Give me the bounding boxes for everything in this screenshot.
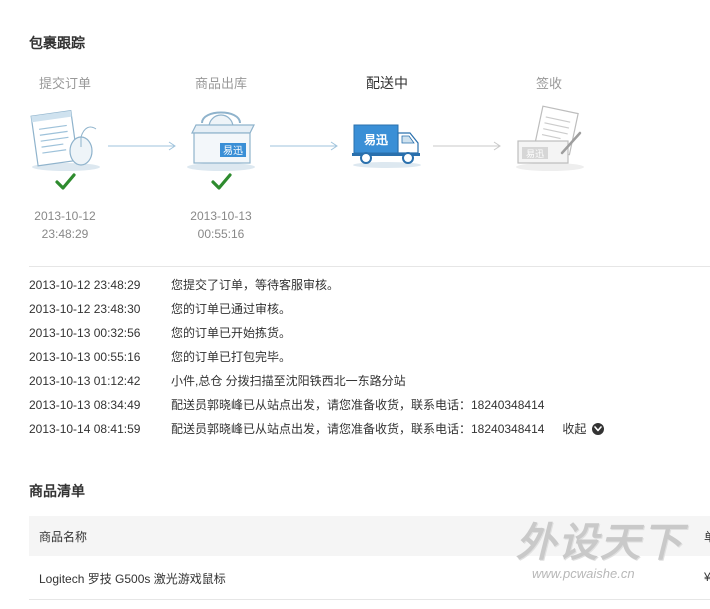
arrow-right-icon (108, 141, 176, 151)
step-label: 提交订单 (38, 76, 91, 91)
step-label: 配送中 (366, 75, 408, 91)
log-time: 2013-10-13 00:55:16 (29, 350, 141, 364)
log-text: 您的订单已开始拣货。 (171, 326, 292, 340)
log-text: 您的订单已打包完毕。 (171, 350, 292, 364)
log-time: 2013-10-12 23:48:30 (29, 302, 141, 316)
table-row: Logitech 罗技 G500s 激光游戏鼠标 ¥ (29, 556, 710, 600)
courier-logo-text: 易迅 (223, 145, 243, 157)
log-row: 2013-10-13 08:34:49 配送员郭晓峰已从站点出发，请您准备收货，联… (29, 396, 710, 420)
column-header-price: 单 (704, 528, 710, 545)
log-row: 2013-10-12 23:48:30 您的订单已通过审核。 (29, 300, 710, 324)
delivery-truck-icon: 易迅 (352, 124, 421, 168)
log-time: 2013-10-14 08:41:59 (29, 422, 141, 436)
order-form-icon (30, 110, 100, 171)
arrow-right-icon (270, 141, 338, 151)
step-date: 2013-10-13 (190, 209, 252, 223)
log-row: 2013-10-13 01:12:42 小件,总仓 分拨扫描至沈阳铁西北一东路分站 (29, 372, 710, 396)
chevron-down-icon (592, 423, 605, 435)
step-signed: 签收 易迅 (484, 73, 614, 171)
collapse-label: 收起 (562, 422, 587, 436)
product-name-link[interactable]: Logitech 罗技 G500s 激光游戏鼠标 (39, 570, 226, 587)
log-time: 2013-10-13 08:34:49 (29, 398, 141, 412)
arrow-right-icon (433, 141, 501, 151)
log-time: 2013-10-13 00:32:56 (29, 326, 141, 340)
step-timestamp: 2013-10-12 23:48:29 (0, 207, 130, 243)
step-in-delivery: 配送中 易迅 (322, 73, 452, 168)
log-text: 您提交了订单，等待客服审核。 (171, 278, 340, 292)
courier-logo-text: 易迅 (526, 149, 544, 160)
step-label: 商品出库 (194, 76, 247, 91)
log-text: 配送员郭晓峰已从站点出发，请您准备收货，联系电话：18240348414 (171, 398, 545, 412)
checkmark-icon (211, 173, 232, 190)
step-time: 00:55:16 (197, 227, 245, 241)
goods-list-title: 商品清单 (29, 483, 85, 499)
log-row: 2013-10-12 23:48:29 您提交了订单，等待客服审核。 (29, 276, 710, 300)
package-box-icon: 易迅 (187, 111, 255, 171)
step-goods-outbound: 商品出库 易迅 2013-10-13 00:55:16 (156, 73, 286, 241)
tracking-log: 2013-10-12 23:48:29 您提交了订单，等待客服审核。 2013-1… (29, 276, 710, 444)
step-time: 23:48:29 (41, 227, 89, 241)
step-label: 签收 (535, 76, 562, 91)
checkmark-icon (55, 173, 76, 190)
log-text: 小件,总仓 分拨扫描至沈阳铁西北一东路分站 (171, 374, 406, 388)
collapse-button[interactable]: 收起 (562, 420, 605, 438)
courier-logo-text: 易迅 (364, 133, 388, 147)
sign-receipt-icon: 易迅 (516, 105, 584, 171)
package-tracking-title: 包裹跟踪 (29, 35, 85, 51)
log-row: 2013-10-13 00:32:56 您的订单已开始拣货。 (29, 324, 710, 348)
log-row: 2013-10-14 08:41:59 配送员郭晓峰已从站点出发，请您准备收货，联… (29, 420, 710, 444)
log-time: 2013-10-12 23:48:29 (29, 278, 141, 292)
step-timestamp: 2013-10-13 00:55:16 (156, 207, 286, 243)
log-row: 2013-10-13 00:55:16 您的订单已打包完毕。 (29, 348, 710, 372)
column-header-name: 商品名称 (39, 530, 88, 544)
log-time: 2013-10-13 01:12:42 (29, 374, 141, 388)
log-text: 您的订单已通过审核。 (171, 302, 292, 316)
product-price: ¥ (704, 570, 710, 584)
step-date: 2013-10-12 (34, 209, 96, 223)
step-submit-order: 提交订单 2013-10-12 23:48:29 (0, 73, 130, 241)
log-text: 配送员郭晓峰已从站点出发，请您准备收货，联系电话：18240348414 (171, 422, 545, 436)
goods-table-header: 商品名称 单 (29, 516, 710, 556)
section-divider (29, 266, 710, 267)
